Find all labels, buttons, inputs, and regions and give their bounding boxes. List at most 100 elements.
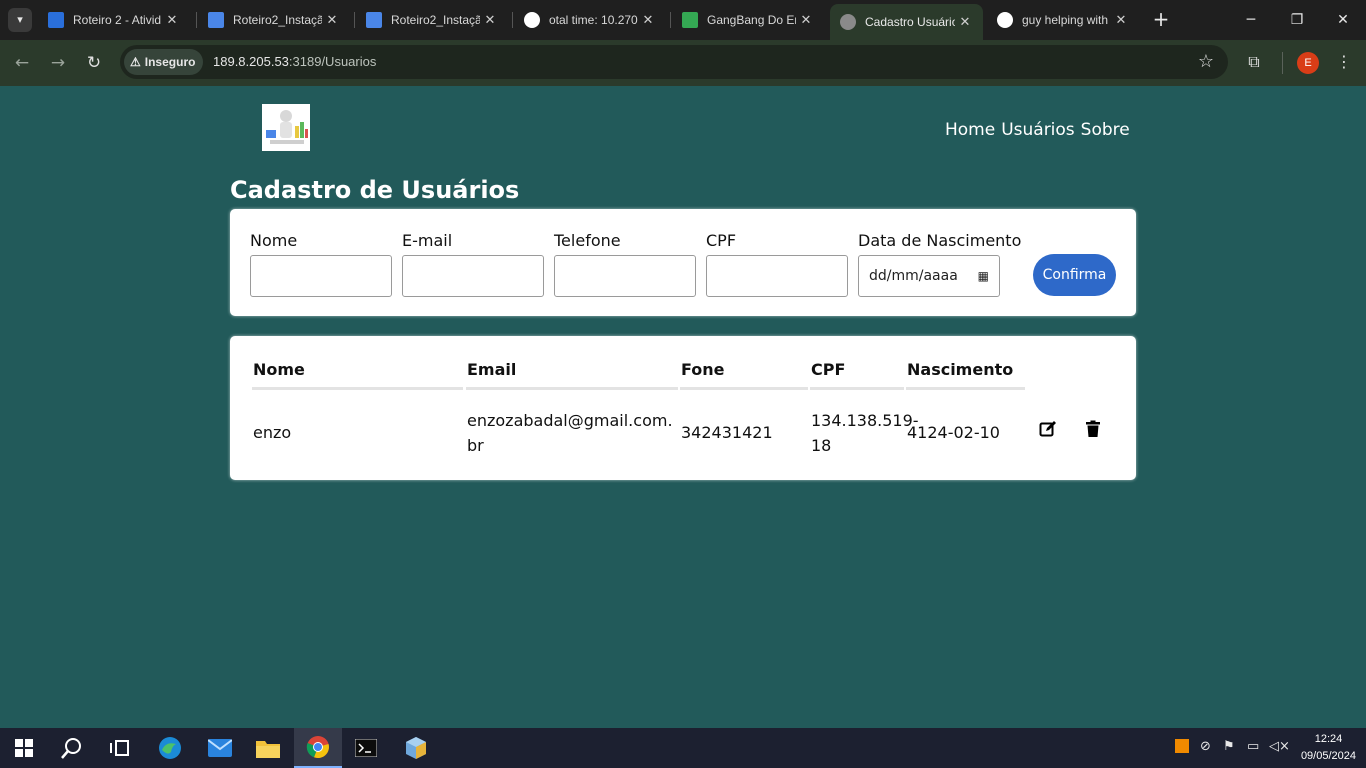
logo-illustration-icon — [262, 104, 310, 151]
bookmark-star-icon[interactable]: ☆ — [1198, 51, 1214, 72]
terminal-icon[interactable] — [342, 728, 390, 768]
new-tab-button[interactable]: + — [1150, 8, 1172, 32]
name-field-group: Nome — [250, 231, 392, 297]
cell-nome: enzo — [253, 423, 292, 442]
header-underline — [810, 387, 904, 390]
name-label: Nome — [250, 231, 298, 250]
extensions-icon[interactable]: ⧉ — [1243, 52, 1265, 72]
file-explorer-icon[interactable] — [244, 728, 292, 768]
toolbar-divider — [1282, 52, 1283, 74]
forward-button[interactable]: → — [45, 50, 71, 76]
email-field-group: E-mail — [402, 231, 544, 297]
cell-nascimento: 4124-02-10 — [907, 423, 1000, 442]
task-view-icon[interactable] — [96, 728, 144, 768]
page-title: Cadastro de Usuários — [230, 176, 520, 204]
close-window-button[interactable]: ✕ — [1320, 0, 1366, 40]
birthdate-label: Data de Nascimento — [858, 231, 1022, 250]
google-chat-icon — [682, 12, 698, 28]
header-underline — [680, 387, 808, 390]
google-icon — [997, 12, 1013, 28]
back-button[interactable]: ← — [9, 50, 35, 76]
name-input[interactable] — [250, 255, 392, 297]
browser-tab-strip: ▾ Roteiro 2 - Ativid ✕ Roteiro2_Instaçã … — [0, 0, 1366, 40]
tab-roteiro-atividade[interactable]: Roteiro 2 - Ativid ✕ — [38, 4, 190, 36]
cell-cpf: 134.138.519- 18 — [811, 411, 919, 455]
google-docs-icon — [208, 12, 224, 28]
tab-roteiro2-instalacao-1[interactable]: Roteiro2_Instaçã ✕ — [198, 4, 350, 36]
trash-icon[interactable] — [1085, 420, 1103, 440]
close-icon[interactable]: ✕ — [638, 12, 658, 28]
windows-taskbar: ⊘ ⚑ ▭ ◁× 12:24 09/05/2024 — [0, 728, 1366, 768]
tab-separator — [354, 12, 355, 28]
column-header-email: Email — [467, 360, 517, 379]
edit-icon[interactable] — [1039, 420, 1057, 440]
column-header-nascimento: Nascimento — [907, 360, 1014, 379]
tray-link-icon[interactable]: ⊘ — [1200, 739, 1211, 754]
close-icon[interactable]: ✕ — [955, 14, 975, 30]
tab-separator — [512, 12, 513, 28]
tab-gangbang-chat[interactable]: GangBang Do En ✕ — [672, 4, 824, 36]
email-label: E-mail — [402, 231, 453, 250]
warning-icon: ⚠ — [130, 55, 141, 69]
network-icon[interactable]: ▭ — [1247, 739, 1259, 754]
site-logo[interactable] — [262, 104, 310, 151]
mail-icon[interactable] — [196, 728, 244, 768]
tab-separator — [670, 12, 671, 28]
profile-avatar[interactable]: E — [1297, 52, 1319, 74]
top-navigation: Home Usuários Sobre — [945, 120, 1130, 140]
birthdate-field-group: Data de Nascimento dd/mm/aaaa ▦ — [858, 231, 1022, 297]
close-icon[interactable]: ✕ — [162, 12, 182, 28]
close-icon[interactable]: ✕ — [796, 12, 816, 28]
volume-muted-icon[interactable]: ◁× — [1269, 739, 1290, 754]
close-icon[interactable]: ✕ — [1111, 12, 1131, 28]
chrome-icon[interactable] — [294, 728, 342, 768]
birthdate-placeholder: dd/mm/aaaa — [869, 268, 958, 284]
google-icon — [524, 12, 540, 28]
google-docs-icon — [366, 12, 382, 28]
phone-input[interactable] — [554, 255, 696, 297]
browser-toolbar: ← → ↻ ⚠ Inseguro 189.8.205.53:3189/Usuar… — [0, 40, 1366, 86]
system-clock[interactable]: 12:24 09/05/2024 — [1301, 731, 1356, 765]
site-security-chip[interactable]: ⚠ Inseguro — [124, 49, 204, 75]
tab-search-menu-button[interactable]: ▾ — [8, 8, 32, 32]
cpf-input[interactable] — [706, 255, 848, 297]
browser-menu-icon[interactable]: ⋮ — [1333, 52, 1355, 71]
tab-guy-helping[interactable]: guy helping with ✕ — [987, 4, 1139, 36]
address-bar[interactable]: ⚠ Inseguro 189.8.205.53:3189/Usuarios ☆ — [120, 45, 1228, 79]
nav-usuarios-link[interactable]: Usuários — [1001, 120, 1074, 140]
users-table: Nome Email Fone CPF Nascimento enzo enzo… — [230, 336, 1136, 480]
phone-label: Telefone — [554, 231, 621, 250]
google-classroom-icon — [48, 12, 64, 28]
nav-sobre-link[interactable]: Sobre — [1081, 120, 1130, 140]
tab-cadastro-usuario[interactable]: Cadastro Usuário ✕ — [830, 4, 983, 40]
tray-network-share-icon[interactable]: ⚑ — [1223, 739, 1235, 754]
confirm-button[interactable]: Confirma — [1033, 254, 1116, 296]
phone-field-group: Telefone — [554, 231, 696, 297]
column-header-cpf: CPF — [811, 360, 846, 379]
minimize-button[interactable]: ─ — [1228, 0, 1274, 40]
calendar-icon[interactable]: ▦ — [978, 269, 989, 283]
birthdate-input[interactable]: dd/mm/aaaa ▦ — [858, 255, 1000, 297]
tab-separator — [196, 12, 197, 28]
edge-icon[interactable] — [146, 728, 194, 768]
search-icon[interactable] — [48, 728, 96, 768]
cpf-label: CPF — [706, 231, 737, 250]
restore-button[interactable]: ❐ — [1274, 0, 1320, 40]
nav-home-link[interactable]: Home — [945, 120, 995, 140]
reload-button[interactable]: ↻ — [81, 50, 107, 76]
tab-total-time[interactable]: otal time: 10.270 ✕ — [514, 4, 666, 36]
close-icon[interactable]: ✕ — [322, 12, 342, 28]
tray-app-icon[interactable] — [1175, 739, 1189, 757]
registration-form: Nome E-mail Telefone CPF Data de Nascime… — [230, 209, 1136, 316]
close-icon[interactable]: ✕ — [480, 12, 500, 28]
windows-start-icon[interactable] — [0, 728, 48, 768]
column-header-fone: Fone — [681, 360, 725, 379]
virtualbox-icon[interactable] — [392, 728, 440, 768]
column-header-nome: Nome — [253, 360, 305, 379]
url-text[interactable]: 189.8.205.53:3189/Usuarios — [213, 54, 376, 69]
email-input[interactable] — [402, 255, 544, 297]
globe-icon — [840, 14, 856, 30]
tab-roteiro2-instalacao-2[interactable]: Roteiro2_Instaçã ✕ — [356, 4, 508, 36]
cell-fone: 342431421 — [681, 423, 773, 442]
cpf-field-group: CPF — [706, 231, 848, 297]
